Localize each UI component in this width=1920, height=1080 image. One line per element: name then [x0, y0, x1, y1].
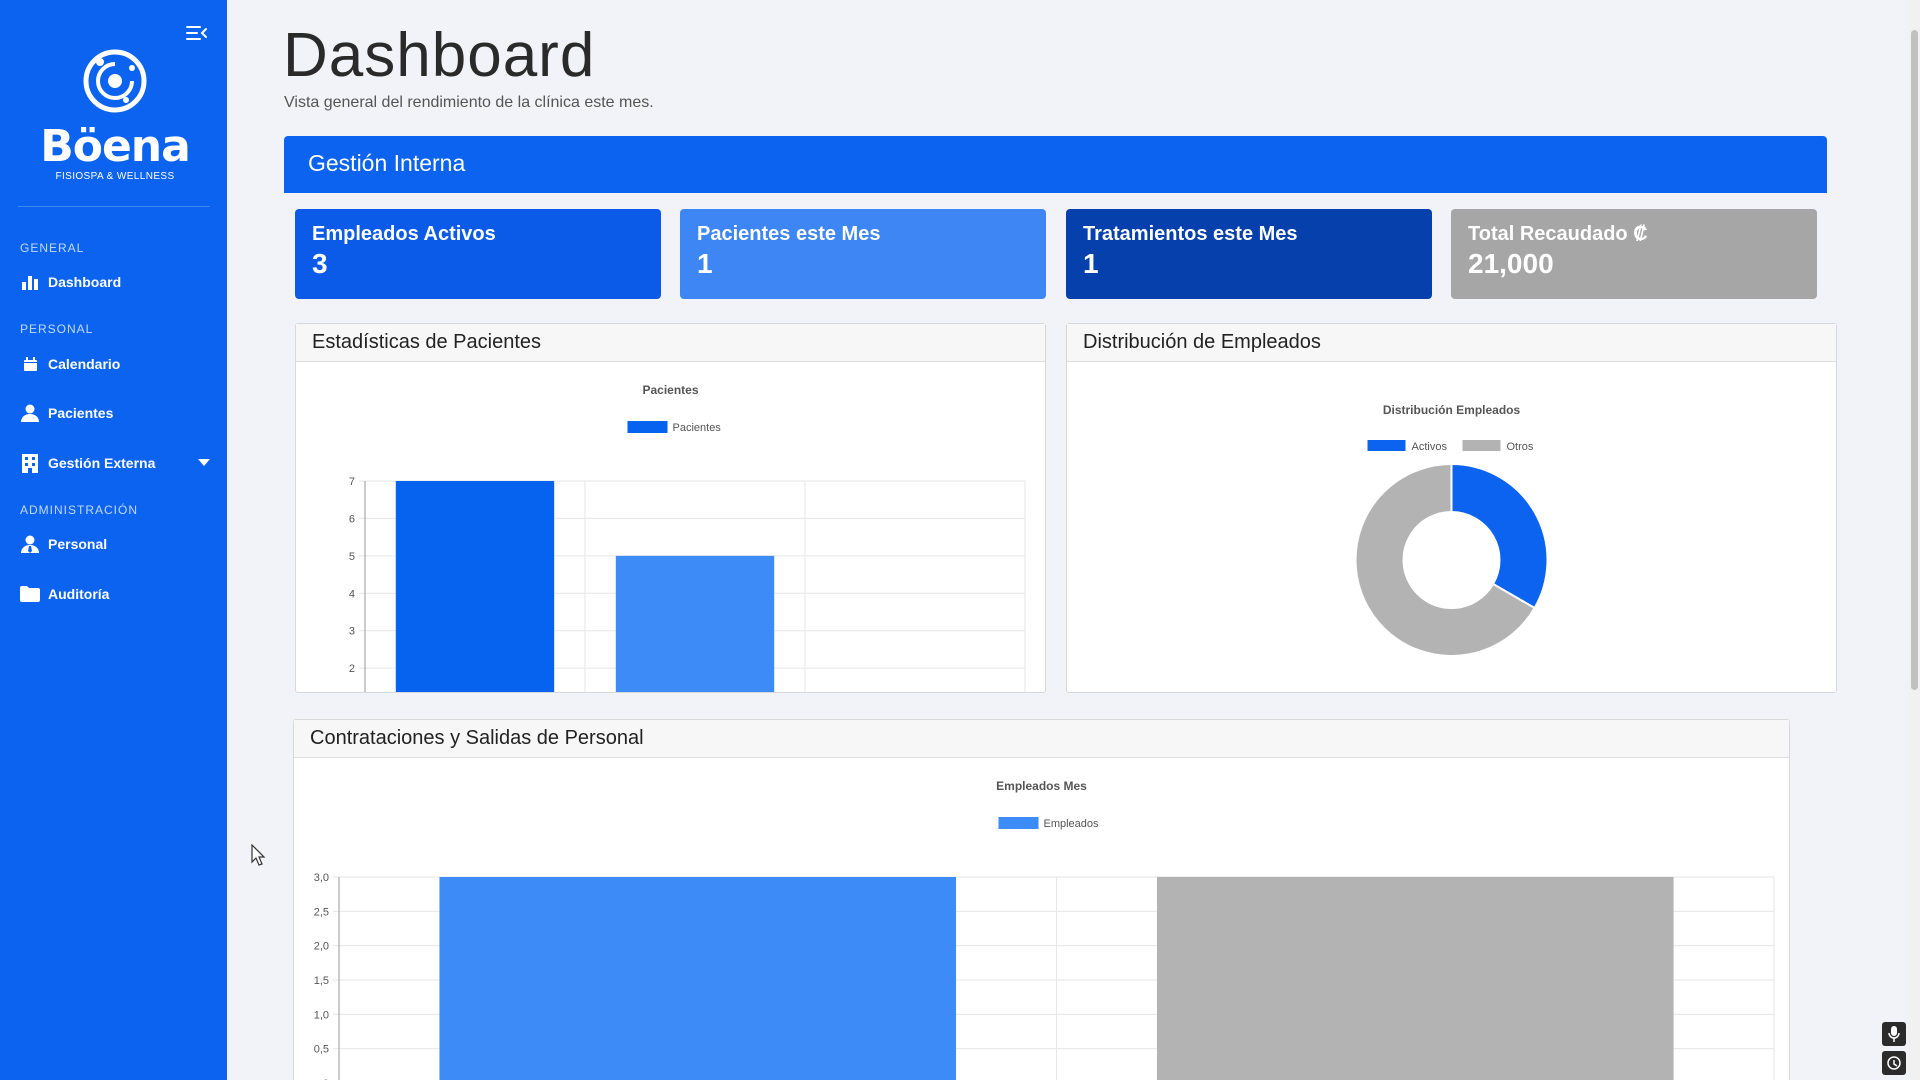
y-tick-label: 2: [349, 663, 355, 675]
page-title: Dashboard: [283, 21, 596, 90]
y-tick-label: 0,5: [314, 1044, 329, 1056]
y-tick-label: 2,5: [314, 906, 329, 918]
distribucion-chart: Distribución Empleados Activos Otros: [1354, 403, 1549, 657]
sidebar-item-dashboard[interactable]: Dashboard: [20, 270, 210, 294]
bar: [439, 877, 957, 1080]
panel-title: Contrataciones y Salidas de Personal: [294, 720, 1789, 758]
brand-logo[interactable]: Böena FISIOSPA & WELLNESS: [40, 48, 191, 182]
page-scrollbar[interactable]: [1908, 0, 1920, 1080]
user-tie-icon: [20, 534, 40, 554]
scrollbar-thumb[interactable]: [1911, 30, 1918, 690]
y-tick-label: 5: [349, 551, 355, 563]
page-subtitle: Vista general del rendimiento de la clín…: [284, 94, 654, 111]
legend-label: Empleados: [1044, 818, 1100, 830]
legend-label: Otros: [1507, 441, 1534, 453]
donut-slice: [1450, 462, 1549, 610]
sidebar-item-label: Auditoría: [48, 586, 110, 602]
bar: [1156, 877, 1674, 1080]
mouse-cursor-icon: [251, 844, 265, 866]
y-tick-label: 1,0: [314, 1009, 329, 1021]
sidebar-item-label: Personal: [48, 536, 108, 552]
stat-value: 3: [312, 248, 328, 279]
sidebar-item-auditoria[interactable]: Auditoría: [20, 582, 210, 606]
sidebar-item-label: Gestión Externa: [48, 455, 156, 471]
refresh-icon: [1887, 1056, 1901, 1070]
y-tick-label: 6: [349, 513, 355, 525]
calendar-icon: [20, 354, 40, 374]
stat-card-tratamientos: Tratamientos este Mes 1: [1066, 209, 1432, 299]
y-tick-label: 3: [349, 626, 355, 638]
contrataciones-chart: Empleados MesEmpleados00,51,01,52,02,53,…: [314, 779, 1775, 1080]
y-tick-label: 4: [349, 588, 355, 600]
sidebar-item-gestion-externa[interactable]: Gestión Externa: [20, 451, 210, 475]
microphone-icon: [1888, 1026, 1900, 1042]
sidebar-item-pacientes[interactable]: Pacientes: [20, 401, 210, 425]
legend-label: Pacientes: [673, 422, 722, 434]
stat-label: Total Recaudado ₡: [1468, 223, 1648, 245]
brand-logo-icon: [83, 49, 147, 113]
legend-swatch: [1462, 440, 1501, 451]
stat-card-empleados: Empleados Activos 3: [295, 209, 661, 299]
stat-value: 1: [1083, 248, 1099, 279]
stat-label: Pacientes este Mes: [697, 223, 881, 245]
assistant-button[interactable]: [1882, 1051, 1906, 1075]
y-tick-label: 2,0: [314, 941, 329, 953]
legend-swatch: [998, 817, 1039, 829]
panel-contrataciones: Contrataciones y Salidas de Personal Emp…: [293, 719, 1790, 1080]
bar: [615, 555, 775, 692]
legend-label: Activos: [1412, 441, 1448, 453]
legend-swatch: [627, 421, 668, 433]
pacientes-chart: PacientesPacientes01234567: [349, 383, 1026, 692]
sidebar-section-administracion: ADMINISTRACIÓN: [20, 503, 139, 517]
section-header: Gestión Interna: [284, 136, 1827, 193]
microphone-button[interactable]: [1882, 1022, 1906, 1046]
y-tick-label: 7: [349, 476, 355, 488]
panel-title: Distribución de Empleados: [1067, 324, 1836, 362]
sidebar-item-personal[interactable]: Personal: [20, 532, 210, 556]
sidebar-item-label: Calendario: [48, 356, 121, 372]
sidebar-section-general: GENERAL: [20, 241, 85, 255]
building-icon: [20, 453, 40, 473]
panel-title: Estadísticas de Pacientes: [296, 324, 1045, 362]
stat-value: 21,000: [1468, 248, 1554, 279]
y-tick-label: 1,5: [314, 975, 329, 987]
stat-card-recaudado: Total Recaudado ₡ 21,000: [1451, 209, 1817, 299]
stat-label: Tratamientos este Mes: [1083, 223, 1298, 245]
bar: [395, 481, 555, 692]
sidebar-item-label: Dashboard: [48, 274, 122, 290]
folder-icon: [20, 584, 40, 604]
collapse-sidebar-icon[interactable]: [186, 24, 208, 42]
brand-tagline: FISIOSPA & WELLNESS: [55, 171, 175, 182]
chevron-down-icon[interactable]: [198, 459, 210, 467]
chart-title: Pacientes: [642, 383, 698, 397]
panel-pacientes: Estadísticas de Pacientes Pacientes Pacie…: [295, 323, 1046, 693]
sidebar: Böena FISIOSPA & WELLNESS GENERAL Dashbo…: [0, 0, 227, 1080]
panel-distribucion: Distribución de Empleados Distribución E…: [1066, 323, 1837, 693]
chart-title: Empleados Mes: [996, 779, 1087, 793]
chart-title: Distribución Empleados: [1383, 403, 1521, 417]
sidebar-section-personal: PERSONAL: [20, 322, 94, 336]
sidebar-divider: [18, 206, 210, 207]
stat-card-pacientes: Pacientes este Mes 1: [680, 209, 1046, 299]
main-content: Dashboard Vista general del rendimiento …: [227, 0, 1920, 1080]
sidebar-item-calendario[interactable]: Calendario: [20, 352, 210, 376]
brand-name: Böena: [40, 121, 191, 172]
stat-label: Empleados Activos: [312, 223, 496, 245]
y-tick-label: 3,0: [314, 872, 329, 884]
sidebar-item-label: Pacientes: [48, 405, 114, 421]
user-icon: [20, 403, 40, 423]
legend-swatch: [1367, 440, 1406, 451]
stat-value: 1: [697, 248, 713, 279]
bar-chart-icon: [20, 272, 40, 292]
